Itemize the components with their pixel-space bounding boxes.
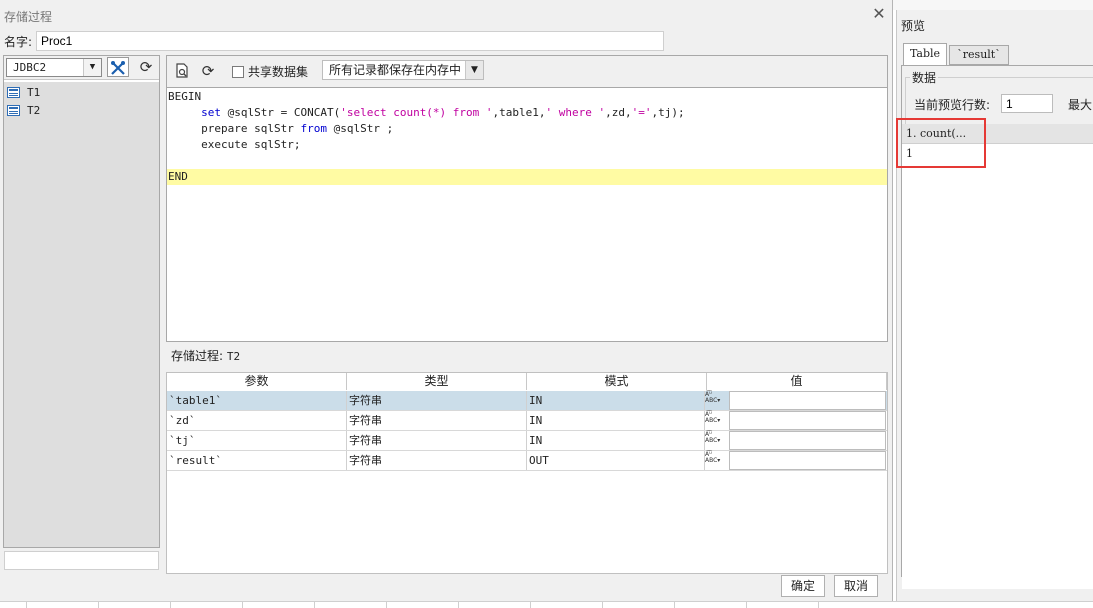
preview-panel: 预览 Table `result` 数据 当前预览行数: 最大的 1. coun… [896, 10, 1093, 608]
param-mode-cell[interactable]: IN [527, 391, 705, 410]
data-group-label: 数据 [910, 69, 939, 86]
param-name-cell: `result` [167, 451, 347, 470]
stored-procedure-dialog: 存储过程 ✕ 名字: JDBC2 ▼ ⟳ T1 T [0, 0, 893, 608]
code-line: BEGIN [168, 90, 202, 103]
param-type-cell[interactable]: 字符串 [347, 411, 527, 430]
code-line: execute sqlStr; [201, 138, 301, 151]
tools-button[interactable] [107, 57, 129, 77]
param-name-cell: `table1` [167, 391, 347, 410]
param-mode-cell[interactable]: IN [527, 431, 705, 450]
table-row[interactable]: `table1` 字符串 IN A͡ᵁ ABC▾ [167, 391, 887, 411]
table-tree: T1 T2 [4, 82, 159, 547]
ok-button[interactable]: 确定 [781, 575, 825, 597]
preview-grid: 1. count(... 1 [902, 124, 1093, 589]
close-icon[interactable]: ✕ [870, 5, 888, 23]
preview-doc-icon [176, 63, 188, 78]
param-value-input[interactable] [729, 411, 886, 430]
tree-filter-input[interactable] [4, 551, 159, 570]
table-icon [7, 86, 20, 98]
param-type-cell[interactable]: 字符串 [347, 451, 527, 470]
refresh-icon[interactable]: ⟳ [197, 61, 219, 81]
preview-button[interactable] [171, 61, 193, 81]
tools-icon [111, 61, 125, 75]
tab-result[interactable]: `result` [949, 45, 1009, 65]
highlight-annotation-box [896, 118, 986, 168]
code-line-current: END [167, 169, 887, 185]
memory-mode-value: 所有记录都保存在内存中 [329, 63, 462, 77]
background-sheet-strip [0, 601, 1093, 608]
param-value-input[interactable] [729, 451, 886, 470]
param-value-input[interactable] [729, 431, 886, 450]
tree-item-label: T1 [27, 85, 41, 99]
param-type-cell[interactable]: 字符串 [347, 431, 527, 450]
share-dataset-label: 共享数据集 [248, 65, 309, 79]
column-header-param: 参数 [167, 373, 347, 390]
abc-type-icon[interactable]: A͡ᵁ ABC▾ [705, 452, 727, 470]
name-label: 名字: [4, 35, 33, 49]
datasource-pane: JDBC2 ▼ ⟳ T1 T2 [3, 55, 160, 548]
parameter-table: 参数 类型 模式 值 `table1` 字符串 IN A͡ᵁ ABC▾ `zd` … [166, 372, 888, 574]
datasource-select[interactable]: JDBC2 ▼ [6, 58, 102, 77]
param-mode-cell[interactable]: IN [527, 411, 705, 430]
param-mode-cell[interactable]: OUT [527, 451, 705, 470]
code-line: set @sqlStr = CONCAT('select count(*) fr… [201, 106, 685, 119]
name-input[interactable] [36, 31, 664, 51]
code-line: prepare sqlStr from @sqlStr ; [201, 122, 394, 135]
column-header-value: 值 [707, 373, 887, 390]
param-value-input[interactable] [729, 391, 886, 410]
checkbox-box [232, 65, 244, 78]
chevron-down-icon: ▼ [465, 61, 483, 79]
datasource-toolbar: JDBC2 ▼ ⟳ [4, 56, 159, 80]
param-name-cell: `zd` [167, 411, 347, 430]
refresh-icon[interactable]: ⟳ [135, 57, 157, 77]
procedure-label-text: 存储过程: [171, 349, 224, 363]
tree-item-t2[interactable]: T2 [7, 102, 40, 118]
share-dataset-checkbox[interactable]: 共享数据集 [232, 63, 308, 80]
tab-table[interactable]: Table [903, 43, 947, 66]
preview-rows-label: 当前预览行数: [914, 98, 991, 112]
tree-item-label: T2 [27, 103, 41, 117]
editor-toolbar: ⟳ 共享数据集 所有记录都保存在内存中 ▼ [167, 56, 887, 88]
memory-mode-select[interactable]: 所有记录都保存在内存中 ▼ [322, 60, 484, 80]
tree-item-t1[interactable]: T1 [7, 84, 40, 100]
preview-rows-input[interactable] [1001, 94, 1053, 113]
table-row[interactable]: `result` 字符串 OUT A͡ᵁ ABC▾ [167, 451, 887, 471]
table-row[interactable]: `zd` 字符串 IN A͡ᵁ ABC▾ [167, 411, 887, 431]
table-row[interactable]: `tj` 字符串 IN A͡ᵁ ABC▾ [167, 431, 887, 451]
param-type-cell[interactable]: 字符串 [347, 391, 527, 410]
procedure-name: T2 [226, 350, 241, 363]
abc-type-icon[interactable]: A͡ᵁ ABC▾ [705, 412, 727, 430]
preview-title: 预览 [901, 19, 926, 33]
max-rows-label: 最大的 [1068, 98, 1093, 112]
abc-type-icon[interactable]: A͡ᵁ ABC▾ [705, 392, 727, 410]
column-header-type: 类型 [347, 373, 527, 390]
procedure-label: 存储过程: T2 [171, 347, 240, 364]
column-header-mode: 模式 [527, 373, 707, 390]
sql-code-area[interactable]: BEGIN set @sqlStr = CONCAT('select count… [167, 89, 887, 341]
datasource-value: JDBC2 [13, 61, 47, 74]
cancel-button[interactable]: 取消 [834, 575, 878, 597]
chevron-down-icon: ▼ [83, 59, 101, 76]
sql-editor-pane: ⟳ 共享数据集 所有记录都保存在内存中 ▼ BEGIN set @sqlStr … [166, 55, 888, 342]
dialog-title: 存储过程 [4, 10, 53, 24]
table-icon [7, 104, 20, 116]
abc-type-icon[interactable]: A͡ᵁ ABC▾ [705, 432, 727, 450]
param-name-cell: `tj` [167, 431, 347, 450]
